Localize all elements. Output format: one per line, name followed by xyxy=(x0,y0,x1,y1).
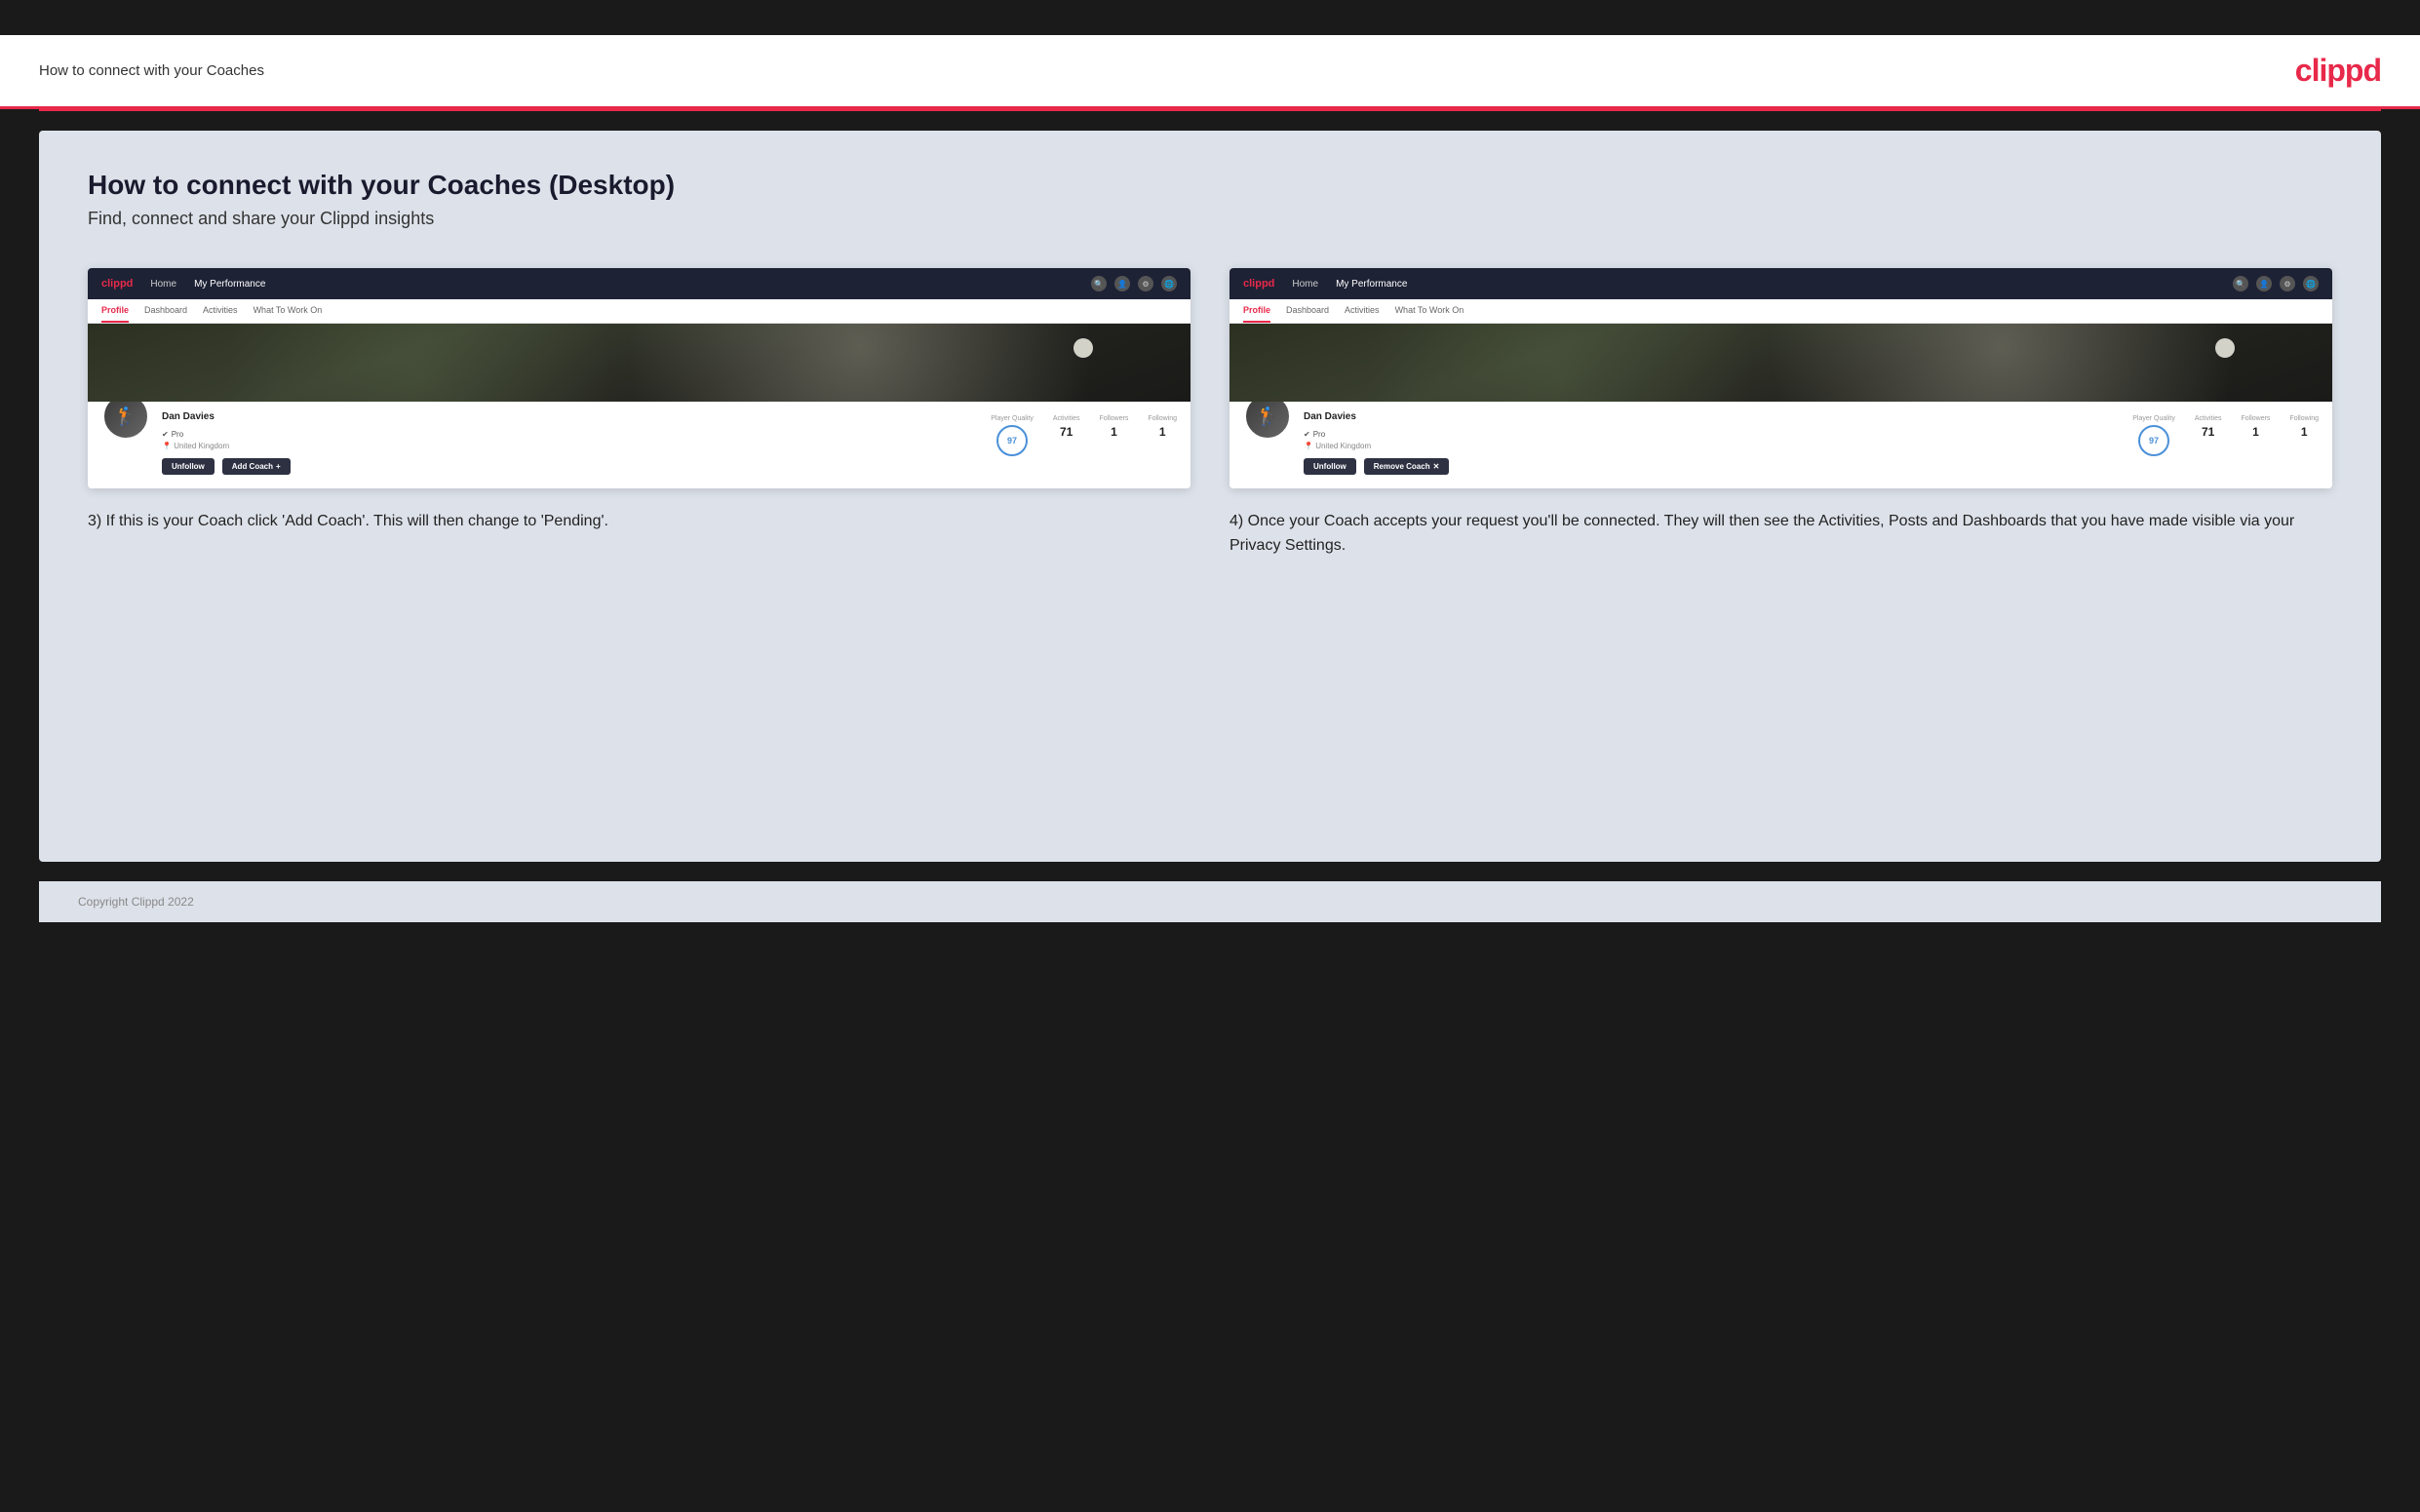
quality-circle-1: 97 xyxy=(996,425,1028,456)
description-1: 3) If this is your Coach click 'Add Coac… xyxy=(88,510,1190,534)
page-subheading: Find, connect and share your Clippd insi… xyxy=(88,209,2332,229)
globe-icon-1[interactable]: 🌐 xyxy=(1161,276,1177,291)
stat-following-2: Following 1 xyxy=(2289,415,2319,439)
mock-browser-1: clippd Home My Performance 🔍 👤 ⚙ 🌐 Profi… xyxy=(88,268,1190,488)
mock-browser-2: clippd Home My Performance 🔍 👤 ⚙ 🌐 Profi… xyxy=(1230,268,2332,488)
unfollow-button-2[interactable]: Unfollow xyxy=(1304,458,1356,475)
profile-info-1: Dan Davies ✔ Pro 📍 United Kingdom Unfoll… xyxy=(162,411,979,475)
profile-location-2: 📍 United Kingdom xyxy=(1304,442,2121,450)
unfollow-button-1[interactable]: Unfollow xyxy=(162,458,215,475)
footer: Copyright Clippd 2022 xyxy=(39,881,2381,922)
user-icon-2[interactable]: 👤 xyxy=(2256,276,2272,291)
mock-buttons-1: Unfollow Add Coach + xyxy=(162,458,979,475)
stat-following-value-1: 1 xyxy=(1148,425,1177,439)
settings-icon-2[interactable]: ⚙ xyxy=(2280,276,2295,291)
mock-tabs-2: Profile Dashboard Activities What To Wor… xyxy=(1230,299,2332,324)
add-coach-button-1[interactable]: Add Coach + xyxy=(222,458,291,475)
copyright: Copyright Clippd 2022 xyxy=(78,895,194,909)
profile-badge-1: ✔ Pro xyxy=(162,430,183,439)
stat-following-1: Following 1 xyxy=(1148,415,1177,439)
mock-nav-1: clippd Home My Performance 🔍 👤 ⚙ 🌐 xyxy=(88,268,1190,299)
tab-activities-1[interactable]: Activities xyxy=(203,305,238,323)
user-icon-1[interactable]: 👤 xyxy=(1114,276,1130,291)
mock-stats-1: Player Quality 97 Activities 71 Follower… xyxy=(991,411,1177,456)
quality-circle-2: 97 xyxy=(2138,425,2169,456)
stat-followers-label-1: Followers xyxy=(1099,415,1128,422)
stat-followers-label-2: Followers xyxy=(2241,415,2270,422)
badge-icon-2: ✔ xyxy=(1304,430,1310,439)
screenshot-block-2: clippd Home My Performance 🔍 👤 ⚙ 🌐 Profi… xyxy=(1230,268,2332,559)
mock-nav-icons-1: 🔍 👤 ⚙ 🌐 xyxy=(1091,276,1177,291)
profile-name-1: Dan Davies xyxy=(162,411,979,422)
stat-following-value-2: 1 xyxy=(2289,425,2319,439)
header: How to connect with your Coaches clippd xyxy=(0,35,2420,109)
settings-icon-1[interactable]: ⚙ xyxy=(1138,276,1153,291)
stat-followers-1: Followers 1 xyxy=(1099,415,1128,439)
header-title: How to connect with your Coaches xyxy=(39,62,264,79)
stat-activities-2: Activities 71 xyxy=(2195,415,2222,439)
moon-shape-2 xyxy=(2215,338,2235,358)
tab-profile-2[interactable]: Profile xyxy=(1243,305,1270,323)
stat-quality-2: Player Quality 97 xyxy=(2132,415,2175,456)
stat-activities-label-2: Activities xyxy=(2195,415,2222,422)
profile-info-2: Dan Davies ✔ Pro 📍 United Kingdom Unfoll… xyxy=(1304,411,2121,475)
stat-followers-2: Followers 1 xyxy=(2241,415,2270,439)
golf-texture-1 xyxy=(88,324,1190,402)
mock-nav-home-2[interactable]: Home xyxy=(1292,279,1318,290)
mock-nav-performance-2[interactable]: My Performance xyxy=(1336,279,1407,290)
profile-badge-2: ✔ Pro xyxy=(1304,430,1325,439)
tab-dashboard-1[interactable]: Dashboard xyxy=(144,305,187,323)
tab-what-to-work-on-1[interactable]: What To Work On xyxy=(254,305,323,323)
mock-nav-performance-1[interactable]: My Performance xyxy=(194,279,265,290)
stat-followers-value-2: 1 xyxy=(2241,425,2270,439)
stat-quality-1: Player Quality 97 xyxy=(991,415,1034,456)
stat-activities-label-1: Activities xyxy=(1053,415,1080,422)
stat-activities-value-1: 71 xyxy=(1053,425,1080,439)
stat-activities-1: Activities 71 xyxy=(1053,415,1080,439)
mock-profile-section-2: 🏌 Dan Davies ✔ Pro 📍 United Kingdom Unfo… xyxy=(1230,402,2332,488)
badge-icon-1: ✔ xyxy=(162,430,169,439)
header-divider xyxy=(39,109,2381,111)
golf-texture-2 xyxy=(1230,324,2332,402)
mock-logo-2: clippd xyxy=(1243,278,1274,290)
screenshot-block-1: clippd Home My Performance 🔍 👤 ⚙ 🌐 Profi… xyxy=(88,268,1190,559)
tab-activities-2[interactable]: Activities xyxy=(1345,305,1380,323)
top-bar xyxy=(0,0,2420,35)
stat-followers-value-1: 1 xyxy=(1099,425,1128,439)
stat-quality-label-2: Player Quality xyxy=(2132,415,2175,422)
search-icon-1[interactable]: 🔍 xyxy=(1091,276,1107,291)
stat-following-label-2: Following xyxy=(2289,415,2319,422)
mock-profile-section-1: 🏌 Dan Davies ✔ Pro 📍 United Kingdom Unfo… xyxy=(88,402,1190,488)
remove-coach-button-2[interactable]: Remove Coach ✕ xyxy=(1364,458,1450,475)
mock-nav-home-1[interactable]: Home xyxy=(150,279,176,290)
stat-activities-value-2: 71 xyxy=(2195,425,2222,439)
mock-stats-2: Player Quality 97 Activities 71 Follower… xyxy=(2132,411,2319,456)
tab-dashboard-2[interactable]: Dashboard xyxy=(1286,305,1329,323)
mock-logo-1: clippd xyxy=(101,278,133,290)
page-heading: How to connect with your Coaches (Deskto… xyxy=(88,170,2332,201)
globe-icon-2[interactable]: 🌐 xyxy=(2303,276,2319,291)
mock-nav-2: clippd Home My Performance 🔍 👤 ⚙ 🌐 xyxy=(1230,268,2332,299)
tab-profile-1[interactable]: Profile xyxy=(101,305,129,323)
mock-hero-1 xyxy=(88,324,1190,402)
mock-nav-icons-2: 🔍 👤 ⚙ 🌐 xyxy=(2233,276,2319,291)
tab-what-to-work-on-2[interactable]: What To Work On xyxy=(1395,305,1464,323)
mock-tabs-1: Profile Dashboard Activities What To Wor… xyxy=(88,299,1190,324)
main-content: How to connect with your Coaches (Deskto… xyxy=(39,131,2381,862)
stat-following-label-1: Following xyxy=(1148,415,1177,422)
moon-shape-1 xyxy=(1073,338,1093,358)
clippd-logo: clippd xyxy=(2295,53,2381,89)
profile-location-1: 📍 United Kingdom xyxy=(162,442,979,450)
description-2: 4) Once your Coach accepts your request … xyxy=(1230,510,2332,559)
search-icon-2[interactable]: 🔍 xyxy=(2233,276,2248,291)
stat-quality-label-1: Player Quality xyxy=(991,415,1034,422)
screenshots-row: clippd Home My Performance 🔍 👤 ⚙ 🌐 Profi… xyxy=(88,268,2332,559)
mock-buttons-2: Unfollow Remove Coach ✕ xyxy=(1304,458,2121,475)
profile-name-2: Dan Davies xyxy=(1304,411,2121,422)
mock-hero-2 xyxy=(1230,324,2332,402)
